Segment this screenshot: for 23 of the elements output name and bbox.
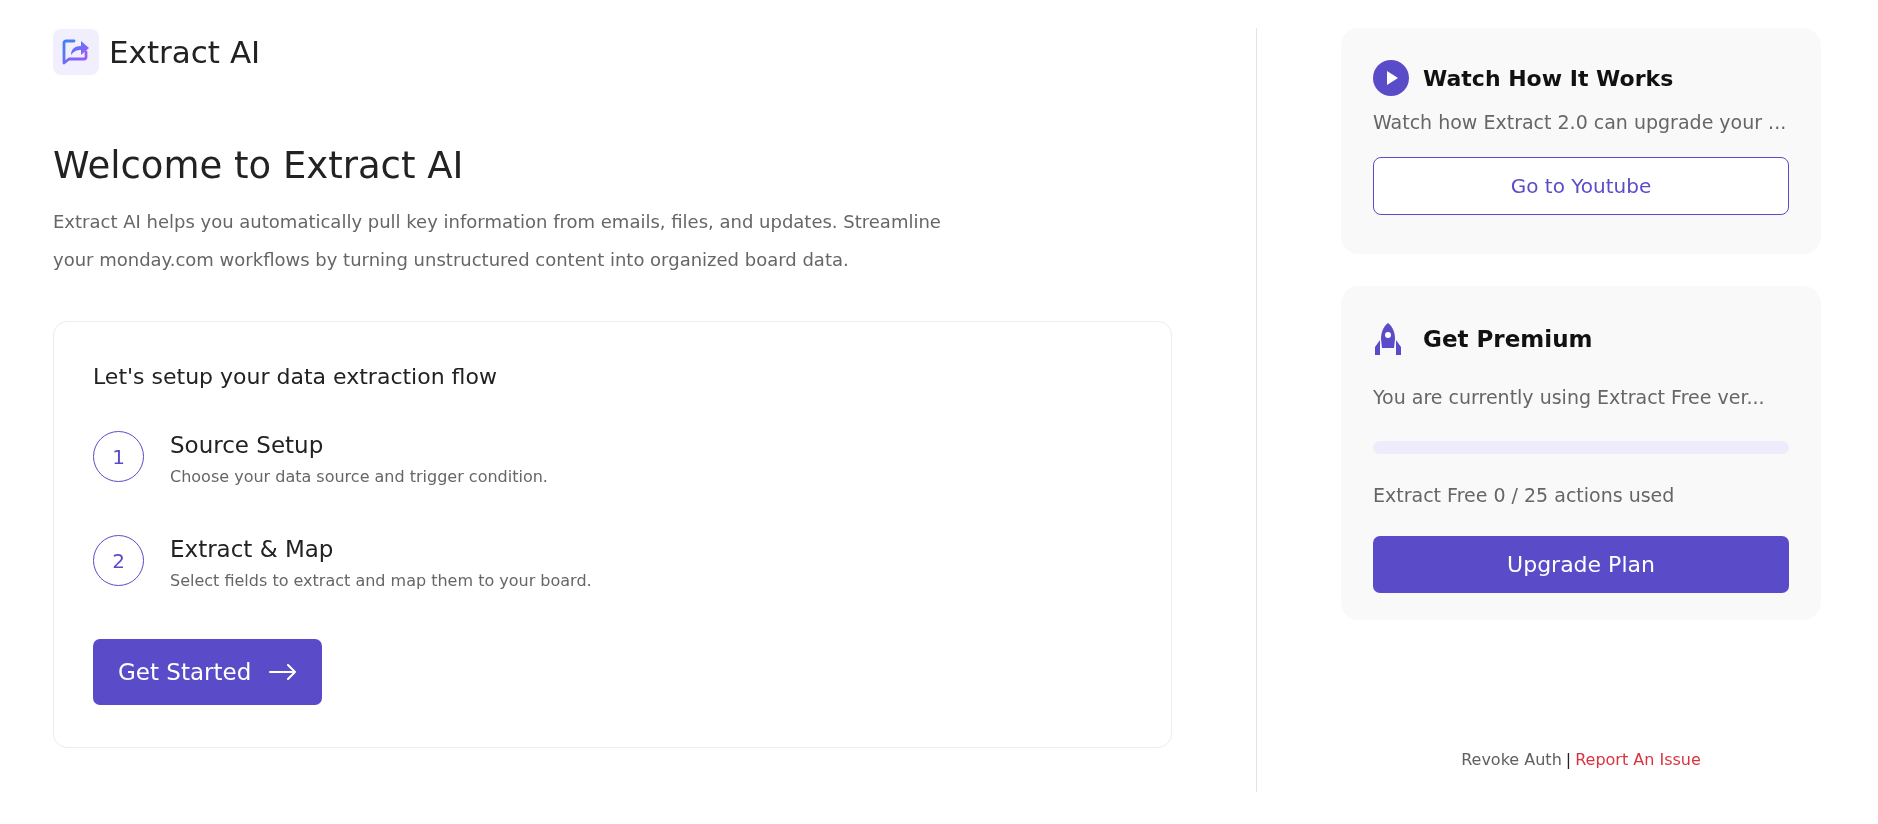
arrow-right-icon (269, 664, 298, 680)
video-description: Watch how Extract 2.0 can upgrade your ... (1373, 110, 1788, 135)
report-issue-link[interactable]: Report An Issue (1575, 748, 1701, 772)
play-icon (1373, 60, 1409, 96)
get-started-button[interactable]: Get Started (93, 639, 323, 705)
step-description: Choose your data source and trigger condition. (170, 466, 548, 488)
upgrade-plan-button[interactable]: Upgrade Plan (1373, 535, 1789, 593)
app-title: Extract AI (109, 33, 261, 72)
setup-title: Let's setup your data extraction flow (93, 363, 498, 391)
step-title: Source Setup (170, 431, 325, 459)
revoke-auth-link[interactable]: Revoke Auth (1461, 748, 1562, 772)
premium-card-title: Get Premium (1423, 325, 1593, 354)
step-description: Select fields to extract and map them to your board. (170, 570, 592, 592)
youtube-button[interactable]: Go to Youtube (1373, 156, 1789, 215)
logo-icon (53, 29, 99, 76)
video-card-title: Watch How It Works (1423, 64, 1674, 93)
welcome-heading: Welcome to Extract AI (53, 142, 465, 189)
usage-text: Extract Free 0 / 25 actions used (1373, 483, 1676, 508)
intro-description: Extract AI helps you automatically pull key information from emails, files, and updates. Streamline your monday.com workflows by turning unstructured content into organized board data. (53, 210, 942, 272)
rocket-icon (1373, 322, 1403, 357)
premium-description: You are currently using Extract Free ver... (1373, 384, 1766, 410)
separator: | (1564, 749, 1573, 771)
step-title: Extract & Map (170, 535, 335, 563)
